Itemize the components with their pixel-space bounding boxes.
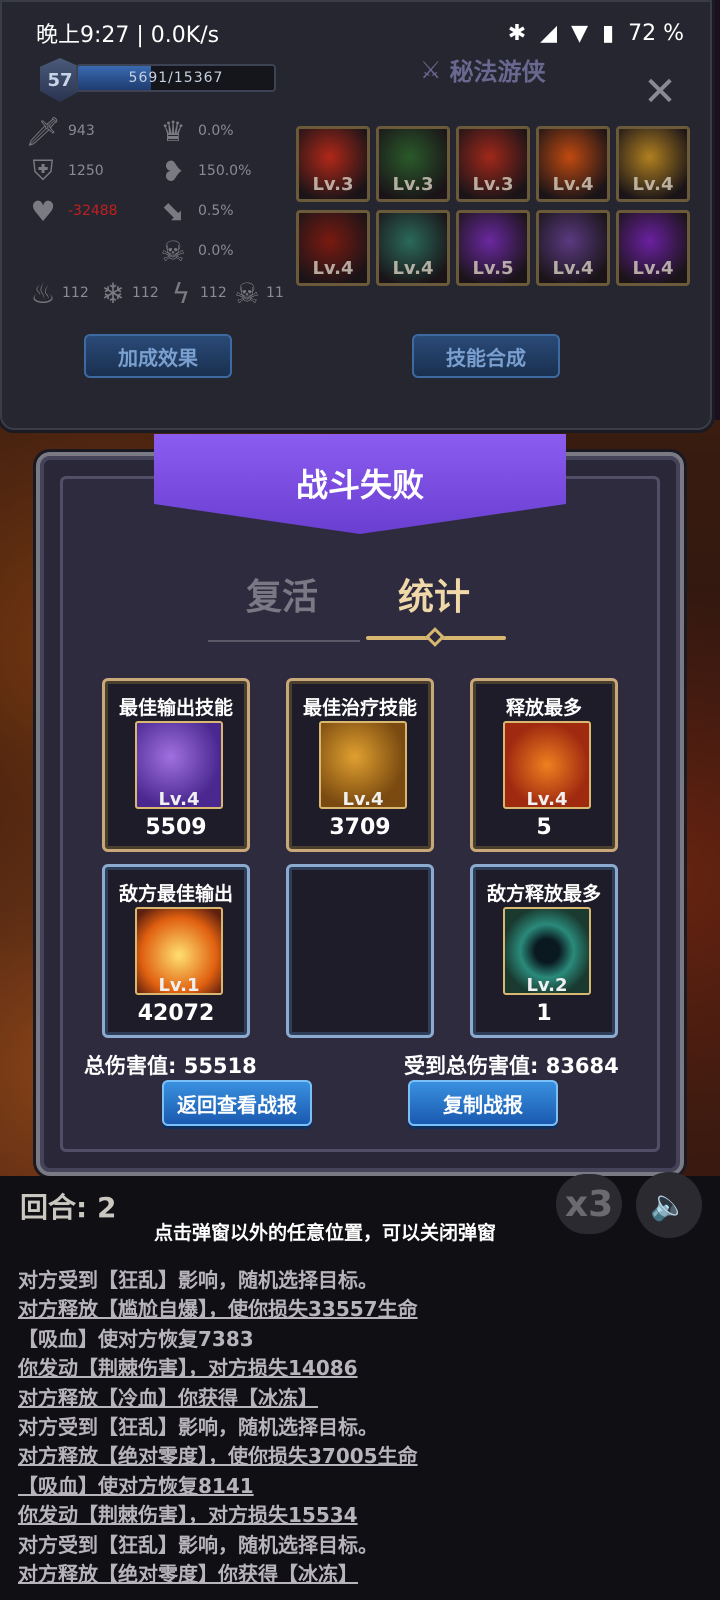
close-button[interactable]: ✕ [628, 64, 692, 120]
speed-x3-button[interactable]: x3 [556, 1174, 622, 1234]
stat-ice: ❄ 112 [96, 276, 158, 310]
crown-icon: ♛ [160, 114, 186, 148]
heart-icon: ♥ [30, 194, 56, 228]
bonus-effect-button[interactable]: 加成效果 [84, 334, 232, 378]
log-line: 【吸血】使对方恢复7383 [18, 1326, 254, 1351]
boot-icon: ⬊ [161, 194, 185, 228]
wifi-icon: ▼ [571, 20, 588, 46]
card-empty-slot [286, 864, 434, 1038]
stat-defense: ⛨ 1250 [26, 154, 103, 188]
skill-level: Lv.5 [472, 258, 514, 279]
log-line: 对方释放【绝对零度】你获得【冰冻】 [18, 1562, 358, 1587]
lightning-icon: ϟ [171, 276, 191, 310]
log-line: 对方释放【冷血】你获得【冰冻】 [18, 1385, 318, 1410]
total-damage-taken: 受到总伤害值: 83684 [404, 1054, 619, 1078]
copy-report-button[interactable]: 复制战报 [408, 1080, 558, 1126]
skill-level: Lv.3 [472, 174, 514, 195]
skill-level: Lv.4 [312, 258, 354, 279]
tab-divider [208, 640, 360, 642]
card-most-cast: 释放最多 Lv.4 5 [470, 678, 618, 852]
log-line: 对方受到【狂乱】影响，随机选择目标。 [18, 1415, 378, 1440]
crossed-swords-icon: ⚔ [420, 55, 442, 84]
class-name: 秘法游侠 [449, 58, 546, 86]
skill-slot[interactable]: Lv.3 [456, 126, 530, 202]
skill-slot[interactable]: Lv.3 [296, 126, 370, 202]
xp-bar: 5691/15367 [76, 64, 276, 92]
stat-skull: ☠ 0.0% [156, 234, 233, 268]
stat-poison: ☠ 11 [230, 276, 283, 310]
total-damage-dealt: 总伤害值: 55518 [84, 1054, 257, 1078]
round-counter: 回合: 2 [20, 1191, 117, 1224]
skull-icon: ☠ [160, 234, 186, 268]
speaker-icon[interactable]: 🔈 [636, 1172, 702, 1238]
log-line: 【吸血】使对方恢复8141 [18, 1473, 254, 1498]
skill-level: Lv.4 [632, 258, 674, 279]
stat-hp: ♥ -32488 [26, 194, 117, 228]
stat-lifesteal: ❥ 150.0% [156, 154, 251, 188]
skill-slot[interactable]: Lv.4 [616, 210, 690, 286]
skill-slot[interactable]: Lv.5 [456, 210, 530, 286]
status-bar: 晚上9:27 | 0.0K/s ✱ ◢ ▼ ▮ 72 % [0, 0, 720, 66]
stat-attack: 🗡 943 [25, 114, 95, 148]
signal-icon: ◢ [540, 20, 558, 46]
skills-grid: Lv.3 Lv.3 Lv.3 Lv.4 Lv.4 Lv.4 Lv.4 Lv.5 Lv.4 Lv.4 [296, 126, 690, 290]
skill-slot[interactable]: Lv.3 [376, 126, 450, 202]
stat-crown: ♛ 0.0% [156, 114, 233, 148]
skill-combine-button[interactable]: 技能合成 [412, 334, 560, 378]
skill-level: Lv.3 [312, 174, 354, 195]
log-line: 对方释放【尴尬自爆】，使你损失33557生命 [18, 1297, 418, 1322]
battle-log: 对方受到【狂乱】影响，随机选择目标。 对方释放【尴尬自爆】，使你损失33557生命… [18, 1266, 708, 1589]
snowflake-icon: ❄ [101, 276, 125, 310]
log-line: 对方受到【狂乱】影响，随机选择目标。 [18, 1532, 378, 1557]
skull-crossbones-icon: ☠ [234, 276, 260, 310]
log-line: 你发动【荆棘伤害】，对方损失15534 [18, 1503, 358, 1528]
skill-slot[interactable]: Lv.4 [616, 126, 690, 202]
back-to-report-button[interactable]: 返回查看战报 [162, 1080, 312, 1126]
skill-slot[interactable]: Lv.4 [536, 126, 610, 202]
stat-lightning: ϟ 112 [164, 276, 227, 310]
skill-slot[interactable]: Lv.4 [296, 210, 370, 286]
class-title: ⚔ 秘法游侠 [420, 52, 546, 87]
skill-level: Lv.3 [392, 174, 434, 195]
tab-stats[interactable]: 统计 [398, 568, 470, 620]
log-line: 对方受到【狂乱】影响，随机选择目标。 [18, 1268, 378, 1292]
battery-icon: ▮ [601, 20, 615, 46]
skill-slot[interactable]: Lv.4 [376, 210, 450, 286]
skill-level: Lv.4 [552, 258, 594, 279]
skill-level: Lv.4 [632, 174, 674, 195]
card-best-heal: 最佳治疗技能 Lv.4 3709 [286, 678, 434, 852]
status-time: 晚上9:27 | 0.0K/s [36, 23, 220, 48]
broken-heart-icon: ❥ [161, 154, 185, 188]
battery-percent: 72 % [628, 20, 684, 46]
shield-icon: ⛨ [32, 154, 54, 187]
skill-slot[interactable]: Lv.4 [536, 210, 610, 286]
stat-fire: ♨ 112 [26, 276, 88, 310]
sword-icon: 🗡 [25, 114, 61, 148]
xp-text: 5691/15367 [128, 70, 224, 86]
fire-icon: ♨ [30, 276, 56, 310]
log-line: 你发动【荆棘伤害】，对方损失14086 [18, 1356, 358, 1381]
close-hint: 点击弹窗以外的任意位置，可以关闭弹窗 [154, 1222, 497, 1244]
stat-dodge: ⬊ 0.5% [156, 194, 233, 228]
card-best-output: 最佳输出技能 Lv.4 5509 [102, 678, 250, 852]
skill-level: Lv.4 [392, 258, 434, 279]
card-enemy-best-output: 敌方最佳输出 Lv.1 42072 [102, 864, 250, 1038]
bluetooth-icon: ✱ [507, 20, 527, 46]
dialog-tabs: 复活 统计 [0, 568, 720, 648]
log-line: 对方释放【绝对零度】，使你损失37005生命 [18, 1444, 418, 1469]
card-enemy-most-cast: 敌方释放最多 Lv.2 1 [470, 864, 618, 1038]
tab-revive[interactable]: 复活 [246, 568, 318, 620]
skill-level: Lv.4 [552, 174, 594, 195]
